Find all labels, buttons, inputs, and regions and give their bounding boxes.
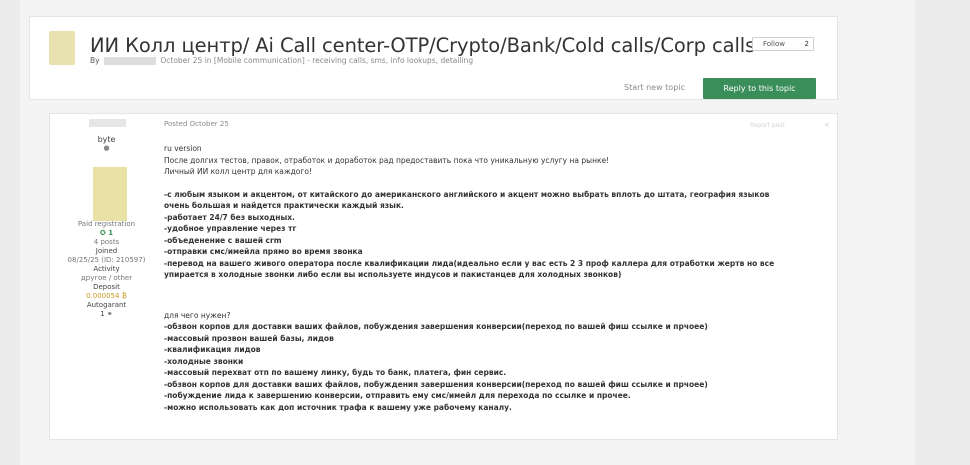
feature-line: -отправки смс/имейла прямо во время звон… (164, 247, 363, 256)
autogarant-label: Autogarant (86, 301, 127, 309)
author-posts: 4 posts (93, 238, 120, 246)
author-name-redacted[interactable] (103, 57, 156, 65)
usage-line: -массовый перехват отп по вашему линку, … (164, 368, 507, 377)
report-post-link[interactable]: Report post (750, 122, 785, 129)
feature-line: очень большая и найдется практически каж… (164, 201, 404, 210)
autogarant-value: 1 ⚭ (50, 310, 163, 319)
usage-heading: для чего нужен? (164, 310, 231, 320)
topic-byline: By October 25 in [Mobile communication] … (90, 56, 473, 65)
reputation-icon: ✪ (99, 229, 106, 237)
usage-line: -холодные звонки (164, 356, 244, 366)
activity-label: Activity (93, 265, 120, 273)
follow-count: 2 (804, 40, 809, 48)
reply-button[interactable]: Reply to this topic (703, 78, 816, 99)
author-reputation: ✪ 1 (50, 229, 163, 238)
feature-line: -работает 24/7 без выходных. (164, 212, 295, 222)
topic-meta: October 25 in [Mobile communication] - r… (160, 56, 474, 65)
author-name-redacted (89, 119, 126, 127)
post-line: После долгих тестов, правок, отработок и… (164, 155, 610, 165)
feature-line: -объеденение с вашей crm (164, 235, 282, 245)
usage-line: -квалификация лидов (164, 345, 261, 354)
follow-label: Follow (763, 40, 785, 48)
activity-value: другое / other (80, 274, 133, 282)
feature-line: -с любым языком и акцентом, от китайског… (164, 189, 770, 199)
post: byte ● Paid registration ✪ 1 4 posts Joi… (49, 113, 838, 440)
joined-value: 08/25/25 (ID: 210597) (67, 256, 146, 264)
topic-title: ИИ Колл центр/ Ai Call center-OTP/Crypto… (90, 34, 756, 57)
usage-line: -обзвон корпов для доставки ваших файлов… (164, 322, 708, 331)
deposit-value: 0.000054 ₿ (86, 292, 127, 300)
online-status-icon: ● (103, 144, 110, 152)
topic-author-avatar[interactable] (49, 31, 75, 65)
joined-label: Joined (95, 247, 118, 255)
author-group: Paid registration (77, 220, 136, 228)
author-avatar[interactable] (93, 167, 127, 221)
usage-line: -массовый прозвон вашей базы, лидов (164, 333, 334, 343)
byline-by: By (90, 56, 100, 65)
feature-line: -удобное управление через тг (164, 224, 297, 233)
reputation-value: 1 (108, 229, 114, 237)
post-line: Личный ИИ колл центр для каждого! (164, 167, 312, 176)
usage-line: -обзвон корпов для доставки ваших файлов… (164, 379, 708, 389)
share-icon[interactable]: < (824, 121, 830, 129)
post-line: ru version (164, 144, 202, 153)
usage-line: -можно использовать как доп источник тра… (164, 402, 512, 412)
post-content: ru version После долгих тестов, правок, … (164, 143, 834, 413)
autogarant-count: 1 (100, 310, 105, 318)
author-name[interactable]: byte (50, 135, 163, 144)
start-new-topic-link[interactable]: Start new topic (624, 83, 685, 92)
deposit-label: Deposit (93, 283, 120, 291)
follow-button[interactable]: Follow 2 (752, 37, 814, 51)
feature-line: -перевод на вашего живого оператора посл… (164, 258, 775, 268)
usage-line: -побуждение лида к завершению конверсии,… (164, 391, 631, 400)
feature-line: упирается в холодные звонки либо если вы… (164, 270, 622, 279)
post-date[interactable]: Posted October 25 (164, 120, 229, 128)
handshake-icon: ⚭ (106, 310, 113, 318)
